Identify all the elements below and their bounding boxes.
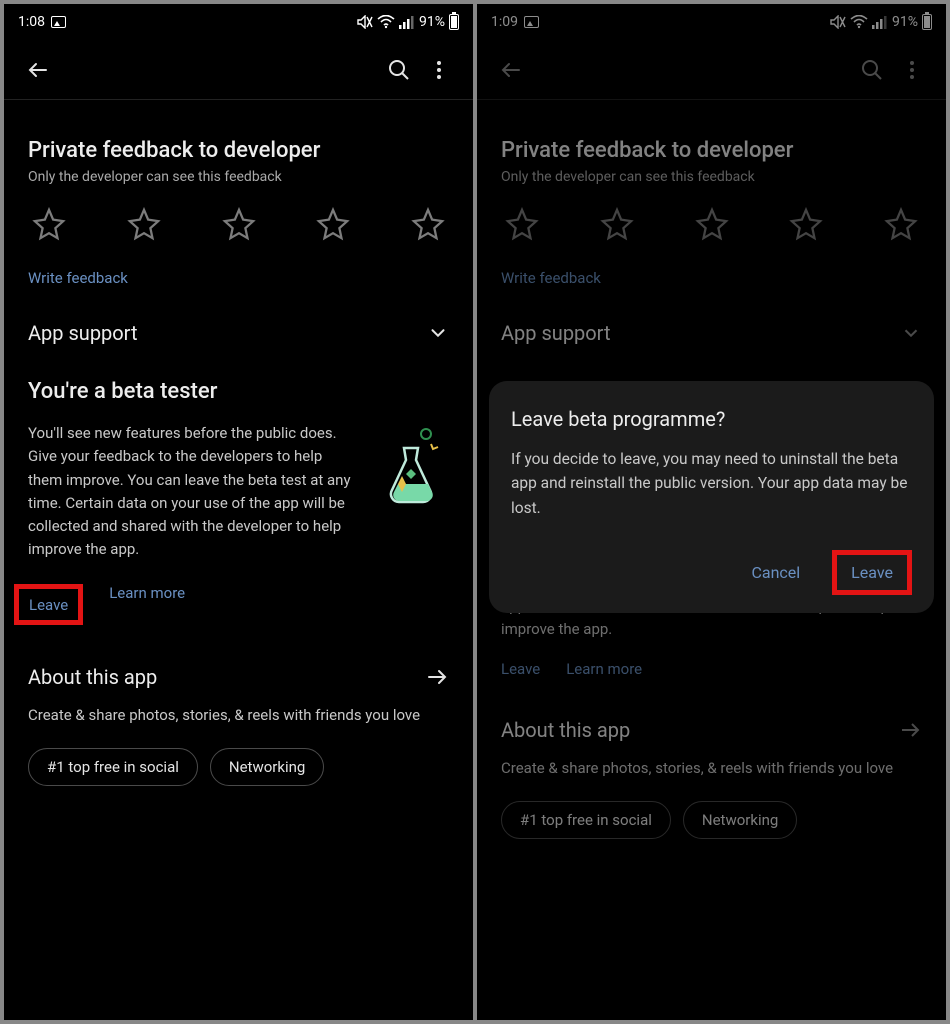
star-3-icon[interactable]	[222, 207, 256, 241]
search-button[interactable]	[379, 50, 419, 90]
screenshot-left: 1:08 91% Private feedback to developer O…	[4, 4, 473, 1020]
dialog-body: If you decide to leave, you may need to …	[511, 447, 912, 519]
chip-networking[interactable]: Networking	[210, 748, 324, 786]
battery-icon	[449, 14, 459, 30]
chevron-down-icon	[427, 322, 449, 344]
status-time: 1:08	[18, 14, 45, 30]
beta-description: You'll see new features before the publi…	[28, 422, 357, 562]
dialog-title: Leave beta programme?	[511, 407, 912, 431]
about-title: About this app	[28, 665, 157, 689]
star-2-icon[interactable]	[127, 207, 161, 241]
highlight-leave-confirm: Leave	[832, 550, 912, 595]
dialog-cancel-button[interactable]: Cancel	[739, 555, 812, 590]
about-row[interactable]: About this app	[28, 665, 449, 689]
beta-title: You're a beta tester	[28, 379, 449, 404]
feedback-title: Private feedback to developer	[28, 138, 449, 163]
signal-icon	[399, 15, 415, 29]
chip-top-free[interactable]: #1 top free in social	[28, 748, 198, 786]
dialog-leave-button[interactable]: Leave	[851, 563, 893, 582]
app-support-title: App support	[28, 321, 138, 345]
rating-stars[interactable]	[28, 207, 449, 241]
write-feedback-link[interactable]: Write feedback	[28, 269, 449, 287]
feedback-subtitle: Only the developer can see this feedback	[28, 169, 449, 185]
status-bar: 1:08 91%	[4, 4, 473, 40]
highlight-leave: Leave	[14, 584, 83, 625]
beta-learn-more-link[interactable]: Learn more	[109, 584, 185, 625]
back-button[interactable]	[18, 50, 58, 90]
screenshot-right: 1:09 91% Private feedback to developer O…	[477, 4, 946, 1020]
overflow-button[interactable]	[419, 50, 459, 90]
star-1-icon[interactable]	[32, 207, 66, 241]
leave-beta-dialog: Leave beta programme? If you decide to l…	[489, 381, 934, 612]
flask-icon	[371, 422, 449, 512]
app-support-row[interactable]: App support	[28, 321, 449, 345]
arrow-right-icon	[425, 665, 449, 689]
mute-icon	[357, 15, 373, 29]
overflow-icon	[427, 58, 451, 82]
app-bar	[4, 40, 473, 100]
beta-tester-section: You're a beta tester You'll see new feat…	[28, 379, 449, 625]
about-description: Create & share photos, stories, & reels …	[28, 705, 449, 726]
content: Private feedback to developer Only the d…	[4, 138, 473, 786]
search-icon	[387, 58, 411, 82]
dialog-scrim[interactable]: Leave beta programme? If you decide to l…	[477, 4, 946, 1020]
star-4-icon[interactable]	[316, 207, 350, 241]
screenshot-icon	[51, 16, 66, 28]
about-section: About this app Create & share photos, st…	[28, 665, 449, 786]
battery-percent: 91%	[419, 14, 445, 30]
beta-leave-link[interactable]: Leave	[29, 596, 68, 614]
wifi-icon	[377, 15, 395, 29]
star-5-icon[interactable]	[411, 207, 445, 241]
